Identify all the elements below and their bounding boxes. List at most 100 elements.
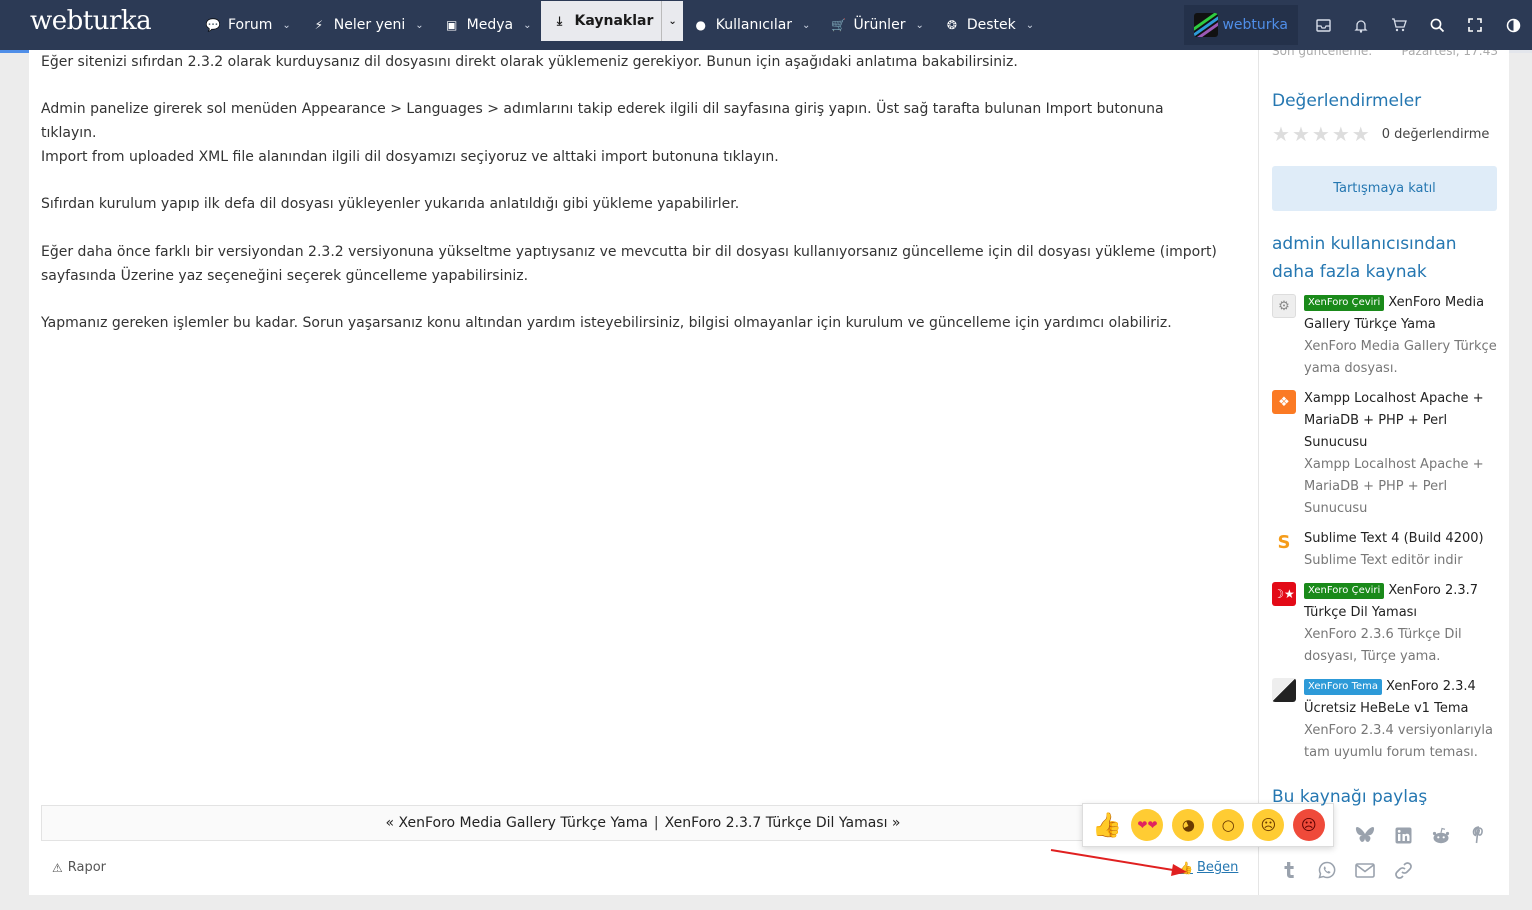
sidebar-divider [1258, 50, 1259, 895]
rating-count: 0 değerlendirme [1381, 126, 1490, 142]
tab-members[interactable]: ● Kullanıcılar ⌄ [683, 0, 821, 50]
last-updated-cut: Son güncelleme: Pazartesi, 17:43 [1272, 50, 1498, 64]
reaction-heart-eyes-icon[interactable]: ❤❤ [1131, 809, 1164, 841]
paragraph: Eğer daha önce farklı bir versiyondan 2.… [41, 244, 1217, 284]
list-item[interactable]: ☽★ XenForo Çeviri XenForo 2.3.7 Türkçe Di… [1272, 580, 1498, 668]
turkey-flag-icon: ☽★ [1272, 582, 1296, 606]
reddit-icon[interactable] [1422, 820, 1460, 850]
star-icon[interactable]: ★ [1292, 122, 1310, 146]
support-icon: ❂ [946, 18, 957, 32]
sublime-icon: S [1277, 531, 1291, 553]
tab-label: Ürünler [853, 17, 906, 33]
list-item[interactable]: S Sublime Text 4 (Build 4200) Sublime Te… [1272, 528, 1498, 572]
bluesky-icon[interactable] [1346, 820, 1384, 850]
list-item[interactable]: XenForo Tema XenForo 2.3.4 Ücretsiz HeBeL… [1272, 676, 1498, 764]
next-resource-link[interactable]: XenForo 2.3.7 Türkçe Dil Yaması » [665, 815, 901, 831]
tab-resources[interactable]: ⤓ Kaynaklar ⌄ [541, 1, 683, 41]
tab-label: Destek [966, 17, 1016, 33]
paragraph: Yapmanız gereken işlemler bu kadar. Soru… [41, 315, 1172, 331]
top-navbar: webturka 💬 Forum ⌄ ⚡ Neler yeni ⌄ ▣ Medy… [0, 0, 1532, 50]
paragraph: Eğer sitenizi sıfırdan 2.3.2 olarak kurd… [41, 54, 1018, 70]
category-badge[interactable]: XenForo Tema [1304, 679, 1383, 695]
chevron-down-icon[interactable]: ⌄ [415, 20, 423, 31]
star-icon[interactable]: ★ [1272, 122, 1290, 146]
theme-thumbnail-icon [1272, 678, 1296, 702]
resource-prev-next: « XenForo Media Gallery Türkçe Yama | Xe… [41, 805, 1245, 841]
tab-label: Kullanıcılar [715, 17, 793, 33]
link-icon[interactable] [1384, 855, 1422, 885]
list-item[interactable]: ❖ Xampp Localhost Apache + MariaDB + PHP… [1272, 388, 1498, 520]
reaction-frown-icon[interactable]: ☹ [1252, 809, 1285, 841]
prev-resource-link[interactable]: « XenForo Media Gallery Türkçe Yama [386, 815, 648, 831]
email-icon[interactable] [1346, 855, 1384, 885]
more-resources-title: admin kullanıcısından daha fazla kaynak [1272, 234, 1457, 282]
star-icon[interactable]: ★ [1312, 122, 1330, 146]
cart-icon: 🛒 [830, 18, 846, 32]
tab-label: Medya [466, 17, 514, 33]
bell-icon[interactable] [1342, 5, 1380, 45]
resource-title[interactable]: Sublime Text 4 (Build 4200) [1304, 531, 1484, 546]
theme-toggle-icon[interactable] [1494, 5, 1532, 45]
list-item[interactable]: ⚙ XenForo Çeviri XenForo Media Gallery Tü… [1272, 292, 1498, 380]
paragraph: Admin panelize girerek sol menüden Appea… [41, 101, 1164, 141]
nav-user-area: webturka [1184, 0, 1532, 50]
download-icon: ⤓ [556, 13, 563, 28]
resource-title[interactable]: Xampp Localhost Apache + MariaDB + PHP +… [1304, 391, 1484, 450]
red-arrow-annotation [1050, 849, 1187, 876]
chevron-down-icon[interactable]: ⌄ [915, 20, 923, 31]
tab-forum[interactable]: 💬 Forum ⌄ [195, 0, 301, 50]
inbox-icon[interactable] [1304, 5, 1342, 45]
tab-products[interactable]: 🛒 Ürünler ⌄ [820, 0, 933, 50]
warning-icon: ⚠ [52, 860, 63, 875]
separator: | [653, 815, 659, 831]
star-icon[interactable]: ★ [1352, 122, 1370, 146]
nav-tabs: 💬 Forum ⌄ ⚡ Neler yeni ⌄ ▣ Medya ⌄ ⤓ Kay… [195, 0, 1044, 50]
join-discussion-button[interactable]: Tartışmaya katıl [1272, 166, 1497, 211]
like-label: Beğen [1196, 860, 1239, 875]
category-badge[interactable]: XenForo Çeviri [1304, 583, 1385, 599]
report-button[interactable]: ⚠ Rapor [52, 860, 106, 875]
reaction-astonished-icon[interactable]: ○ [1212, 809, 1245, 841]
category-badge[interactable]: XenForo Çeviri [1304, 295, 1385, 311]
user-menu-button[interactable]: webturka [1184, 5, 1298, 45]
chevron-down-icon[interactable]: ⌄ [1026, 20, 1034, 31]
tab-label: Neler yeni [333, 17, 406, 33]
whatsapp-icon[interactable] [1308, 855, 1346, 885]
bolt-icon: ⚡ [314, 18, 323, 32]
xampp-icon: ❖ [1272, 390, 1296, 414]
avatar [1194, 13, 1219, 37]
image-icon: ▣ [445, 18, 458, 32]
chevron-down-icon[interactable]: ⌄ [802, 20, 810, 31]
site-logo[interactable]: webturka [30, 6, 152, 36]
resource-desc: Sublime Text editör indir [1304, 553, 1463, 568]
resource-desc: XenForo 2.3.6 Türkçe Dil dosyası, Türçe … [1304, 627, 1462, 664]
tab-whats-new[interactable]: ⚡ Neler yeni ⌄ [301, 0, 434, 50]
ratings-title: Değerlendirmeler [1272, 91, 1422, 111]
paragraph: Sıfırdan kurulum yapıp ilk defa dil dosy… [41, 196, 740, 212]
user-icon: ● [695, 18, 706, 32]
tab-label: Forum [228, 17, 273, 33]
reaction-angry-icon[interactable]: ☹ [1292, 809, 1325, 841]
reaction-rofl-icon[interactable]: ◕ [1166, 803, 1210, 847]
last-updated-label: Son güncelleme: [1272, 50, 1373, 58]
paragraph: Import from uploaded XML file alanından … [41, 149, 779, 165]
linkedin-icon[interactable] [1384, 820, 1422, 850]
gear-icon: ⚙ [1272, 294, 1296, 318]
tab-support[interactable]: ❂ Destek ⌄ [934, 0, 1044, 50]
reaction-thumbs-up-icon[interactable]: 👍 [1091, 809, 1123, 841]
chevron-down-icon[interactable]: ⌄ [523, 20, 531, 31]
share-title: Bu kaynağı paylaş [1272, 787, 1428, 807]
tumblr-icon[interactable] [1270, 855, 1308, 885]
resource-desc: XenForo 2.3.4 versiyonlarıyla tam uyumlu… [1304, 723, 1493, 760]
chevron-down-icon[interactable]: ⌄ [661, 1, 682, 41]
fullscreen-icon[interactable] [1456, 5, 1494, 45]
chevron-down-icon[interactable]: ⌄ [282, 20, 290, 31]
star-icon[interactable]: ★ [1332, 122, 1350, 146]
resource-desc: XenForo Media Gallery Türkçe yama dosyas… [1304, 339, 1497, 376]
search-icon[interactable] [1418, 5, 1456, 45]
pinterest-icon[interactable] [1460, 820, 1498, 850]
cart-icon[interactable] [1380, 5, 1418, 45]
tab-media[interactable]: ▣ Medya ⌄ [434, 0, 542, 50]
resource-desc: Xampp Localhost Apache + MariaDB + PHP +… [1304, 457, 1484, 516]
report-label: Rapor [67, 860, 107, 875]
